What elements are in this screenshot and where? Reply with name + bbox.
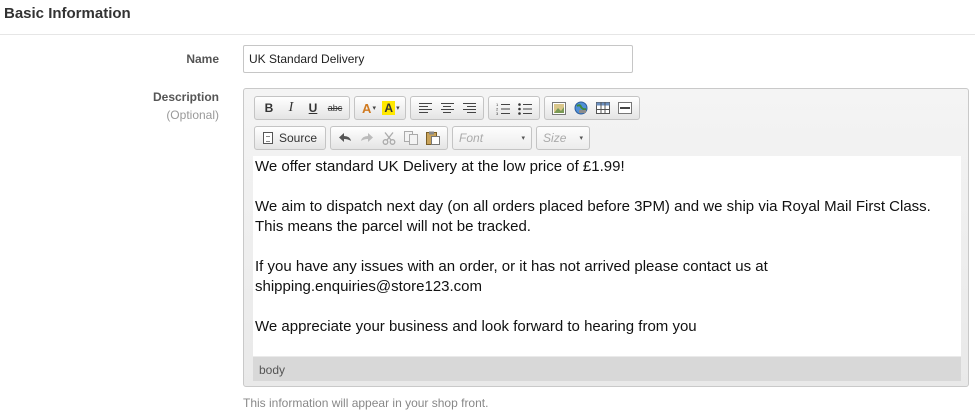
redo-icon	[361, 133, 374, 142]
insert-link-button[interactable]	[570, 98, 592, 118]
align-right-icon	[462, 103, 476, 113]
source-button[interactable]: Source	[258, 128, 322, 148]
name-input[interactable]	[243, 45, 633, 73]
copy-button[interactable]	[400, 128, 422, 148]
editor-content-area[interactable]: We offer standard UK Delivery at the low…	[253, 156, 961, 356]
strikethrough-button[interactable]: abc	[324, 98, 346, 118]
undo-icon	[339, 133, 352, 142]
toolbar-row-2: Source Font ▾ Size ▾	[254, 126, 591, 150]
background-color-button[interactable]: A ▾	[380, 98, 402, 118]
element-path[interactable]: body	[259, 363, 285, 377]
cut-button[interactable]	[378, 128, 400, 148]
text-style-group: B I U abc	[254, 96, 350, 120]
scissors-icon	[382, 131, 396, 145]
table-icon	[596, 102, 610, 114]
image-icon	[552, 101, 566, 115]
align-right-button[interactable]	[458, 98, 480, 118]
insert-group	[544, 96, 640, 120]
bullet-list-icon	[518, 102, 532, 115]
list-group: 1 2 3	[488, 96, 540, 120]
bullet-list-button[interactable]	[514, 98, 536, 118]
name-label: Name	[186, 52, 219, 66]
align-left-button[interactable]	[414, 98, 436, 118]
highlight-color-icon: A	[382, 101, 396, 115]
chevron-down-icon: ▾	[396, 105, 400, 112]
undo-button[interactable]	[334, 128, 356, 148]
underline-button[interactable]: U	[302, 98, 324, 118]
toolbar-row-1: B I U abc A ▾ A ▾ 1 2 3	[254, 96, 640, 120]
source-label: Source	[279, 131, 318, 145]
chevron-down-icon: ▾	[579, 135, 584, 142]
section-divider	[0, 34, 975, 35]
font-dropdown-value: Font	[459, 131, 484, 145]
horizontal-rule-button[interactable]	[614, 98, 636, 118]
editor-paragraph: If you have any issues with an order, or…	[255, 258, 768, 295]
align-center-button[interactable]	[436, 98, 458, 118]
editor-status-bar: body	[253, 357, 961, 381]
clipboard-icon	[426, 131, 441, 145]
section-title: Basic Information	[4, 5, 131, 22]
bold-button[interactable]: B	[258, 98, 280, 118]
document-icon	[263, 132, 273, 144]
editor-paragraph: We offer standard UK Delivery at the low…	[255, 158, 625, 175]
font-family-dropdown[interactable]: Font ▾	[452, 126, 533, 150]
align-left-icon	[418, 103, 432, 113]
size-dropdown-value: Size	[543, 131, 567, 145]
color-group: A ▾ A ▾	[354, 96, 406, 120]
source-group: Source	[254, 126, 327, 150]
rich-text-editor: B I U abc A ▾ A ▾ 1 2 3 Source Font ▾ Si…	[243, 88, 969, 387]
copy-icon	[404, 131, 419, 145]
text-color-button[interactable]: A ▾	[358, 98, 380, 118]
editor-paragraph: We appreciate your business and look for…	[255, 318, 697, 335]
insert-image-button[interactable]	[548, 98, 570, 118]
horizontal-rule-icon	[618, 102, 632, 114]
history-clipboard-group	[330, 126, 449, 150]
optional-label: (Optional)	[166, 108, 219, 122]
text-color-icon: A	[362, 100, 372, 116]
redo-button[interactable]	[356, 128, 378, 148]
globe-link-icon	[574, 101, 588, 115]
editor-paragraph: We aim to dispatch next day (on all orde…	[255, 198, 931, 235]
align-center-icon	[440, 103, 454, 113]
insert-table-button[interactable]	[592, 98, 614, 118]
chevron-down-icon: ▾	[372, 105, 376, 112]
chevron-down-icon: ▾	[521, 135, 526, 142]
font-size-dropdown[interactable]: Size ▾	[536, 126, 591, 150]
numbered-list-icon: 1 2 3	[496, 102, 510, 115]
alignment-group	[410, 96, 484, 120]
description-help-text: This information will appear in your sho…	[243, 396, 489, 410]
numbered-list-button[interactable]: 1 2 3	[492, 98, 514, 118]
svg-text:3: 3	[496, 111, 499, 115]
description-label: Description	[152, 90, 219, 104]
italic-button[interactable]: I	[280, 98, 302, 118]
paste-button[interactable]	[422, 128, 444, 148]
